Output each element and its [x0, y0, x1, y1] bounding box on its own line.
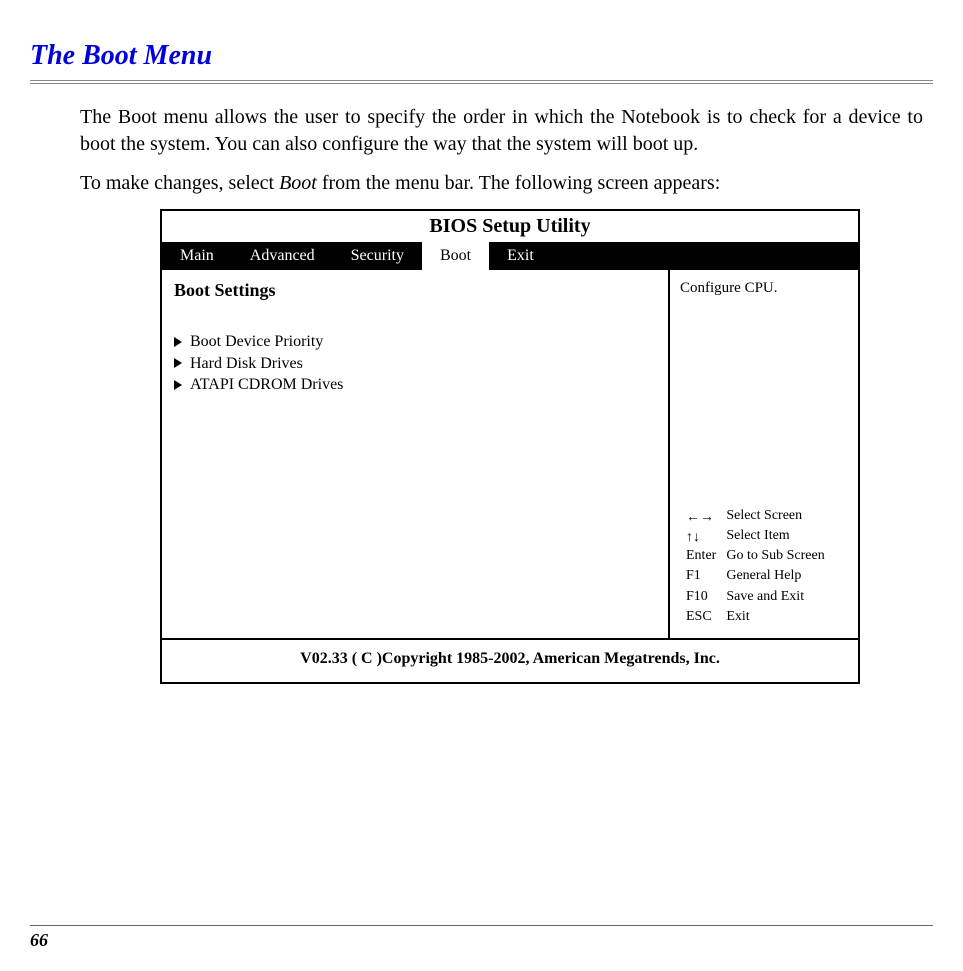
bios-item-label: ATAPI CDROM Drives — [190, 374, 343, 396]
bios-item-atapi-cdrom-drives[interactable]: ATAPI CDROM Drives — [174, 374, 656, 396]
bios-tab-main[interactable]: Main — [162, 242, 232, 270]
legend-label: Exit — [722, 608, 828, 626]
bios-help-text: Configure CPU. — [680, 280, 848, 297]
bios-left-panel: Boot Settings Boot Device Priority Hard … — [162, 270, 668, 638]
legend-label: General Help — [722, 567, 828, 585]
triangle-icon — [174, 358, 182, 368]
bios-item-label: Boot Device Priority — [190, 331, 323, 353]
page-number: 66 — [30, 930, 933, 951]
bios-footer-copyright: V02.33 ( C )Copyright 1985-2002, America… — [162, 640, 858, 682]
intro-paragraph-1: The Boot menu allows the user to specify… — [80, 104, 923, 158]
legend-label: Select Item — [722, 527, 828, 545]
legend-row: ←→ Select Screen — [682, 507, 829, 525]
legend-key: Enter — [682, 547, 720, 565]
bios-screenshot: BIOS Setup Utility Main Advanced Securit… — [160, 209, 860, 684]
footer-rule — [30, 925, 933, 926]
bios-tab-advanced[interactable]: Advanced — [232, 242, 333, 270]
legend-key: ESC — [682, 608, 720, 626]
bios-body: Boot Settings Boot Device Priority Hard … — [162, 270, 858, 640]
legend-row: ESC Exit — [682, 608, 829, 626]
intro-paragraph-2-b: from the menu bar. The following screen … — [317, 172, 720, 194]
bios-item-label: Hard Disk Drives — [190, 353, 303, 375]
bios-tab-exit[interactable]: Exit — [489, 242, 552, 270]
legend-row: F10 Save and Exit — [682, 588, 829, 606]
legend-key: F10 — [682, 588, 720, 606]
legend-key: F1 — [682, 567, 720, 585]
legend-label: Select Screen — [722, 507, 828, 525]
legend-key-up-down-arrows-icon: ↑↓ — [682, 527, 720, 545]
bios-help-legend: ←→ Select Screen ↑↓ Select Item Enter Go… — [680, 505, 848, 628]
bios-item-list: Boot Device Priority Hard Disk Drives AT… — [174, 331, 656, 396]
legend-key-left-right-arrows-icon: ←→ — [682, 507, 720, 525]
bios-title: BIOS Setup Utility — [162, 211, 858, 242]
legend-label: Go to Sub Screen — [722, 547, 828, 565]
triangle-icon — [174, 337, 182, 347]
section-divider — [30, 80, 933, 84]
section-title: The Boot Menu — [30, 40, 933, 72]
intro-paragraph-2-italic: Boot — [279, 172, 317, 194]
bios-menubar: Main Advanced Security Boot Exit — [162, 242, 858, 270]
legend-row: Enter Go to Sub Screen — [682, 547, 829, 565]
bios-tab-boot[interactable]: Boot — [422, 242, 489, 270]
page-footer: 66 — [30, 925, 933, 951]
bios-right-panel: Configure CPU. ←→ Select Screen ↑↓ Selec… — [668, 270, 858, 638]
bios-item-boot-device-priority[interactable]: Boot Device Priority — [174, 331, 656, 353]
triangle-icon — [174, 380, 182, 390]
bios-tab-security[interactable]: Security — [333, 242, 422, 270]
bios-left-heading: Boot Settings — [174, 280, 656, 301]
bios-item-hard-disk-drives[interactable]: Hard Disk Drives — [174, 353, 656, 375]
legend-row: F1 General Help — [682, 567, 829, 585]
intro-paragraph-2: To make changes, select Boot from the me… — [80, 170, 923, 197]
legend-row: ↑↓ Select Item — [682, 527, 829, 545]
legend-label: Save and Exit — [722, 588, 828, 606]
intro-paragraph-2-a: To make changes, select — [80, 172, 279, 194]
